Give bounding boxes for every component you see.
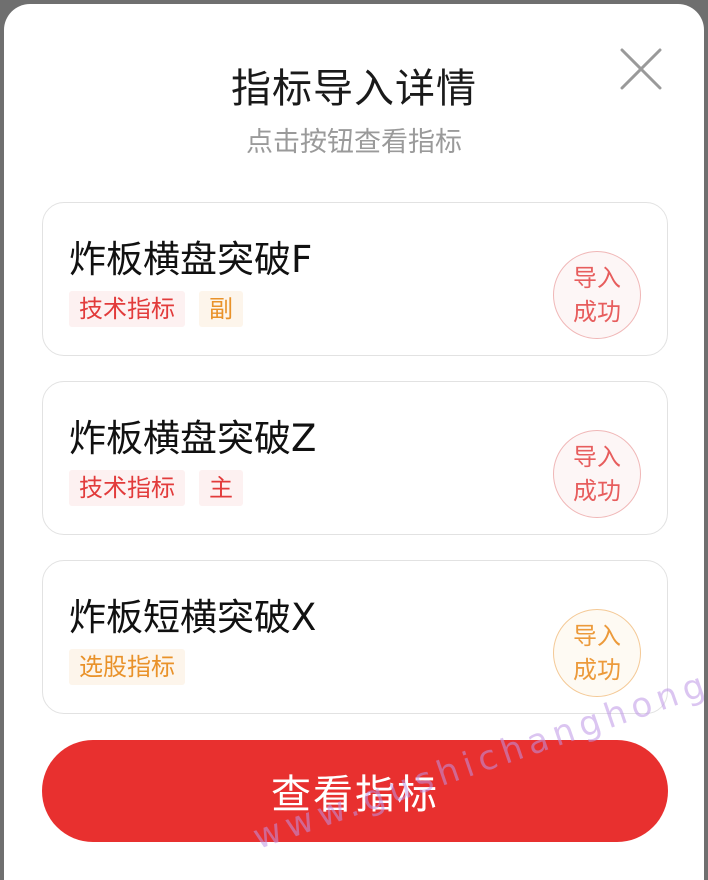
- indicator-card[interactable]: 炸板横盘突破F 技术指标 副 导入 成功: [42, 202, 668, 356]
- indicator-card[interactable]: 炸板短横突破X 选股指标 导入 成功: [42, 560, 668, 714]
- close-icon[interactable]: [618, 46, 664, 92]
- indicator-tags: 技术指标 主: [69, 470, 243, 506]
- dialog-subtitle: 点击按钮查看指标: [246, 127, 462, 158]
- view-indicators-button[interactable]: 查看指标: [42, 740, 668, 842]
- dialog-title: 指标导入详情: [231, 66, 477, 112]
- indicator-tags: 选股指标: [69, 649, 185, 685]
- tag-indicator-type: 技术指标: [69, 470, 185, 506]
- import-success-stamp: 导入 成功: [553, 251, 641, 339]
- tag-chart-position: 主: [199, 470, 243, 506]
- import-success-stamp: 导入 成功: [553, 430, 641, 518]
- tag-indicator-type: 选股指标: [69, 649, 185, 685]
- indicator-name: 炸板横盘突破F: [69, 238, 313, 281]
- import-details-dialog: 指标导入详情 点击按钮查看指标 炸板横盘突破F 技术指标 副 导入 成功 炸板横…: [4, 4, 704, 880]
- indicator-name: 炸板短横突破X: [69, 596, 317, 639]
- import-success-stamp: 导入 成功: [553, 609, 641, 697]
- tag-chart-position: 副: [199, 291, 243, 327]
- indicator-card[interactable]: 炸板横盘突破Z 技术指标 主 导入 成功: [42, 381, 668, 535]
- indicator-name: 炸板横盘突破Z: [69, 417, 317, 460]
- indicator-tags: 技术指标 副: [69, 291, 243, 327]
- tag-indicator-type: 技术指标: [69, 291, 185, 327]
